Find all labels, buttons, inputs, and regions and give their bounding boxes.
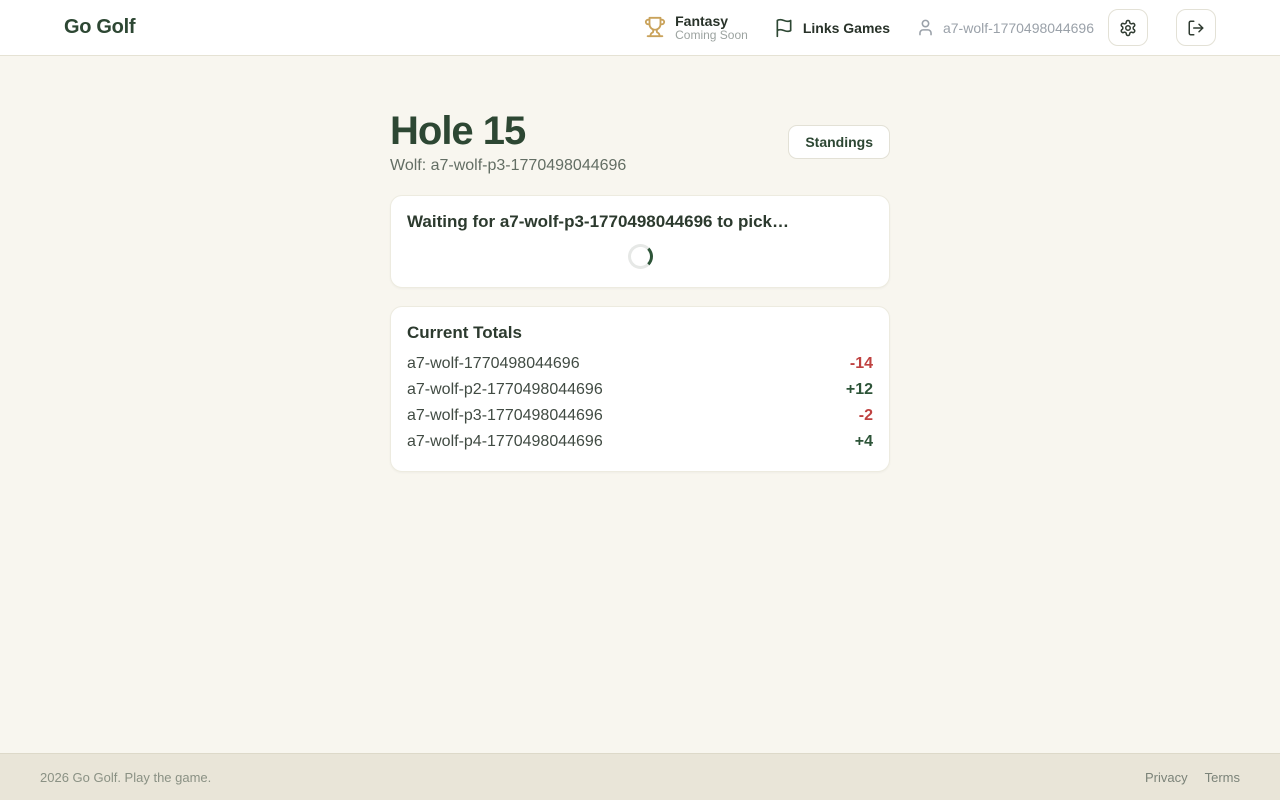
- player-score: -2: [859, 403, 873, 429]
- app-logo[interactable]: Go Golf: [64, 16, 135, 39]
- wolf-subtitle: Wolf: a7-wolf-p3-1770498044696: [390, 157, 626, 175]
- totals-row: a7-wolf-p3-1770498044696 -2: [407, 403, 873, 429]
- player-name: a7-wolf-1770498044696: [407, 351, 580, 377]
- player-score: +12: [846, 377, 873, 403]
- nav-item-fantasy[interactable]: Fantasy Coming Soon: [644, 13, 748, 43]
- totals-row: a7-wolf-p2-1770498044696 +12: [407, 377, 873, 403]
- fantasy-sublabel: Coming Soon: [675, 29, 748, 43]
- logout-icon: [1187, 19, 1205, 37]
- nav-user: a7-wolf-1770498044696: [916, 18, 1094, 37]
- user-icon: [916, 18, 935, 37]
- standings-button[interactable]: Standings: [788, 125, 890, 159]
- current-totals-card: Current Totals a7-wolf-1770498044696 -14…: [390, 306, 890, 472]
- footer-copyright: 2026 Go Golf. Play the game.: [40, 770, 211, 785]
- fantasy-label: Fantasy: [675, 13, 748, 29]
- nav-item-links-games[interactable]: Links Games: [774, 18, 890, 38]
- page-title: Hole 15: [390, 108, 626, 154]
- player-score: -14: [850, 351, 873, 377]
- trophy-icon: [644, 16, 666, 38]
- privacy-link[interactable]: Privacy: [1145, 770, 1188, 785]
- player-name: a7-wolf-p4-1770498044696: [407, 429, 603, 455]
- player-name: a7-wolf-p3-1770498044696: [407, 403, 603, 429]
- footer: 2026 Go Golf. Play the game. Privacy Ter…: [0, 753, 1280, 800]
- top-nav: Go Golf Fantasy Coming Soon: [0, 0, 1280, 56]
- terms-link[interactable]: Terms: [1205, 770, 1240, 785]
- gear-icon: [1119, 19, 1137, 37]
- player-name: a7-wolf-p2-1770498044696: [407, 377, 603, 403]
- totals-title: Current Totals: [407, 323, 873, 343]
- logout-button[interactable]: [1176, 9, 1216, 46]
- player-score: +4: [855, 429, 873, 455]
- waiting-card: Waiting for a7-wolf-p3-1770498044696 to …: [390, 195, 890, 288]
- settings-button[interactable]: [1108, 9, 1148, 46]
- nav-right: Fantasy Coming Soon Links Games a7-wolf-…: [644, 9, 1216, 46]
- links-games-label: Links Games: [803, 20, 890, 36]
- main-content: Hole 15 Wolf: a7-wolf-p3-1770498044696 S…: [0, 56, 1280, 753]
- totals-row: a7-wolf-1770498044696 -14: [407, 351, 873, 377]
- page-header: Hole 15 Wolf: a7-wolf-p3-1770498044696 S…: [390, 108, 890, 175]
- totals-row: a7-wolf-p4-1770498044696 +4: [407, 429, 873, 455]
- flag-icon: [774, 18, 794, 38]
- nav-username: a7-wolf-1770498044696: [943, 20, 1094, 36]
- loading-spinner: [628, 244, 653, 269]
- waiting-message: Waiting for a7-wolf-p3-1770498044696 to …: [407, 212, 873, 232]
